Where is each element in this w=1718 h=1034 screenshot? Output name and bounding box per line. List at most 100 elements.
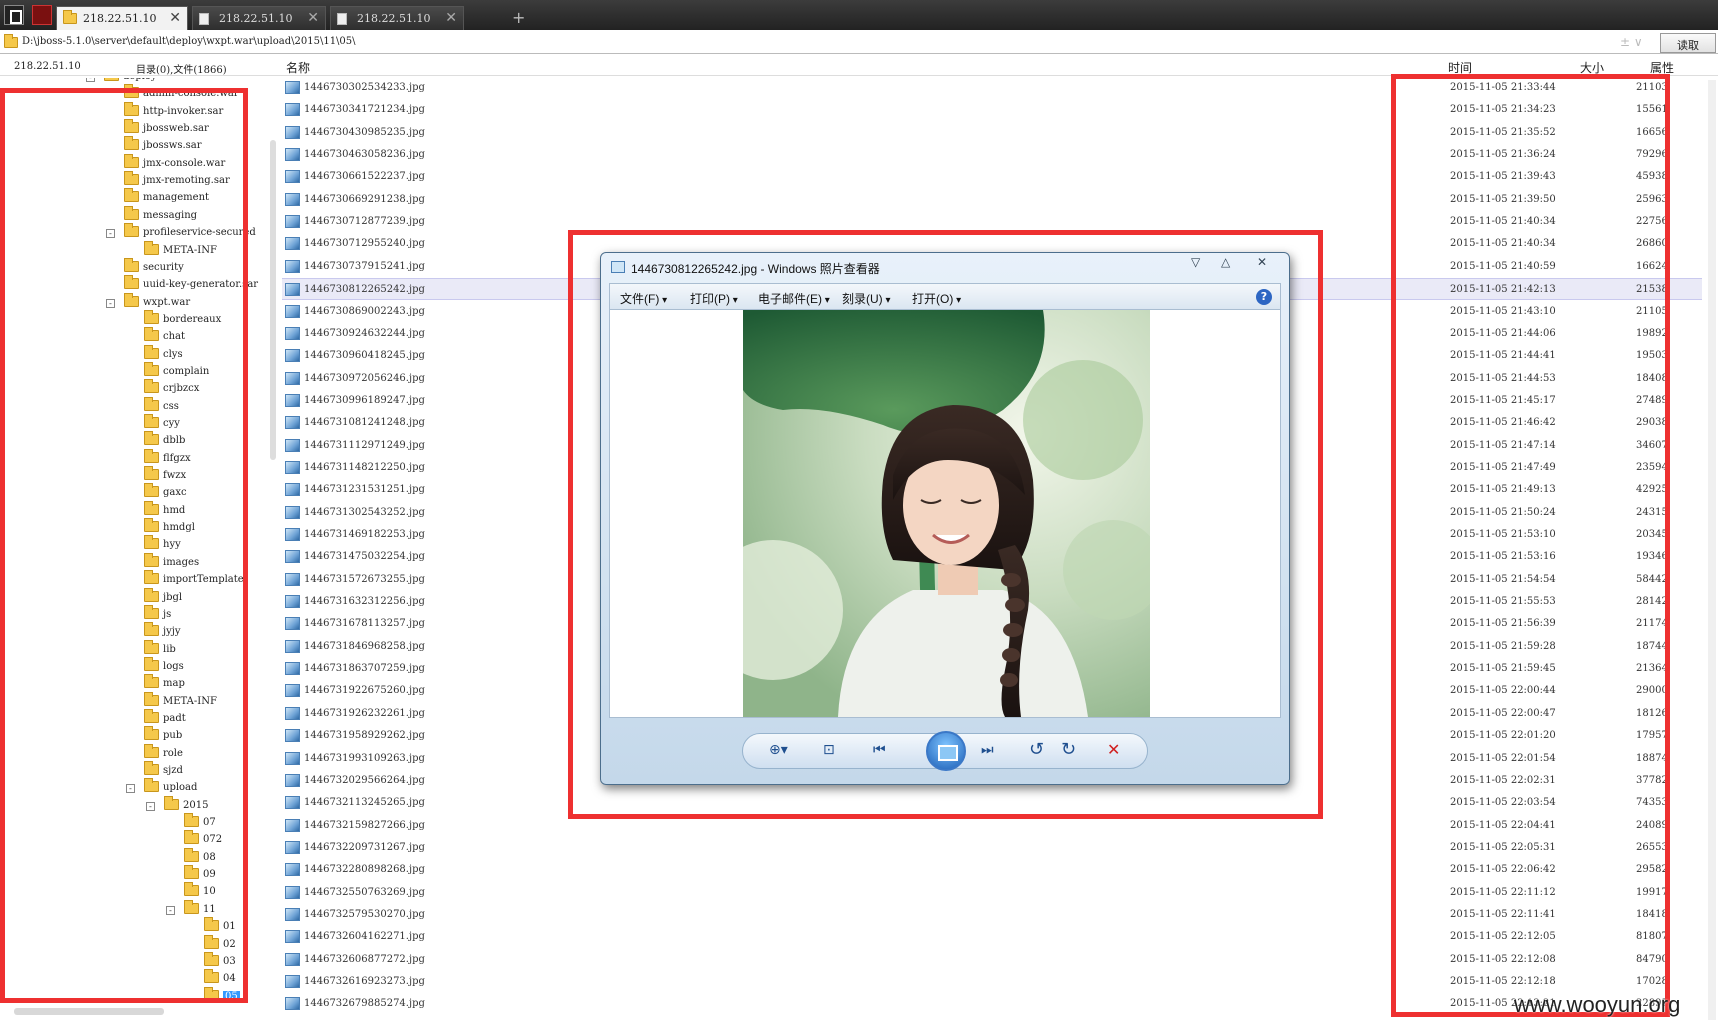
file-name: 1446731922675260.jpg: [304, 685, 425, 697]
image-file-icon: [285, 192, 300, 206]
file-name: 1446731231531251.jpg: [304, 484, 425, 496]
image-file-icon: [285, 170, 300, 184]
folder-summary: 目录(0),文件(1866): [136, 65, 227, 76]
image-file-icon: [285, 684, 300, 698]
document-icon: [199, 13, 209, 25]
file-name: 1446730972056246.jpg: [304, 372, 425, 384]
image-file-icon: [285, 283, 300, 297]
rotate-left-icon[interactable]: ↺: [1029, 739, 1044, 760]
maximize-icon[interactable]: △: [1221, 255, 1230, 269]
close-icon[interactable]: ✕: [445, 10, 457, 26]
read-button[interactable]: 读取: [1660, 33, 1716, 53]
menu-file[interactable]: 文件(F): [620, 290, 667, 307]
folder-icon: [4, 34, 18, 48]
image-file-icon: [285, 572, 300, 586]
image-file-icon: [285, 393, 300, 407]
file-name: 1446730812265242.jpg: [304, 284, 425, 296]
rotate-right-icon[interactable]: ↻: [1061, 739, 1076, 760]
file-name: 1446732159827266.jpg: [304, 819, 425, 831]
tab-session-3[interactable]: 218.22.51.10 ✕: [330, 6, 464, 30]
menu-email[interactable]: 电子邮件(E): [758, 290, 830, 307]
image-file-icon: [285, 326, 300, 340]
minimize-icon[interactable]: ▽: [1191, 255, 1200, 269]
file-name: 1446731632312256.jpg: [304, 596, 425, 608]
tab-session-2[interactable]: 218.22.51.10 ✕: [192, 6, 326, 30]
image-file-icon: [285, 796, 300, 810]
slideshow-button[interactable]: [926, 731, 966, 771]
file-name: 1446731958929262.jpg: [304, 730, 425, 742]
tab-label: 218.22.51.10: [357, 12, 431, 25]
previous-icon[interactable]: ⏮: [873, 742, 886, 758]
zoom-icon[interactable]: ⊕▾: [769, 742, 788, 758]
image-file-icon: [285, 706, 300, 720]
folder-icon: [63, 10, 77, 24]
file-name: 1446731572673255.jpg: [304, 573, 425, 585]
window-title: 1446730812265242.jpg - Windows 照片查看器: [631, 262, 880, 276]
file-name: 1446731926232261.jpg: [304, 707, 425, 719]
file-name: 1446730869002243.jpg: [304, 305, 425, 317]
file-name: 1446730302534233.jpg: [304, 82, 425, 93]
app-menu-icon[interactable]: [4, 5, 24, 25]
viewer-menubar: 文件(F) 打印(P) 电子邮件(E) 刻录(U) 打开(O) ?: [609, 283, 1281, 309]
image-file-icon: [285, 662, 300, 676]
file-name: 1446731302543252.jpg: [304, 506, 425, 518]
photo-viewer-window: 1446730812265242.jpg - Windows 照片查看器 ▽ △…: [600, 252, 1290, 785]
column-name-header[interactable]: 名称: [286, 59, 310, 76]
image-file-icon: [285, 259, 300, 273]
image-file-icon: [285, 237, 300, 251]
close-icon[interactable]: ✕: [307, 10, 319, 26]
image-file-icon: [285, 617, 300, 631]
file-name: 1446731846968258.jpg: [304, 640, 425, 652]
image-file-icon: [285, 885, 300, 899]
tab-label: 218.22.51.10: [219, 12, 293, 25]
menu-print[interactable]: 打印(P): [690, 290, 738, 307]
tree-horizontal-scrollbar[interactable]: [14, 1008, 164, 1015]
image-file-icon: [285, 349, 300, 363]
menu-open[interactable]: 打开(O): [912, 290, 961, 307]
menu-burn[interactable]: 刻录(U): [842, 290, 890, 307]
file-name: 1446730430985235.jpg: [304, 126, 425, 138]
image-file-icon: [285, 148, 300, 162]
close-icon[interactable]: ✕: [1257, 255, 1267, 269]
file-name: 1446732604162271.jpg: [304, 931, 425, 943]
image-file-icon: [285, 371, 300, 385]
image-canvas: [609, 309, 1281, 718]
photo-viewer-icon: [611, 261, 625, 273]
file-name: 1446731475032254.jpg: [304, 551, 425, 563]
image-file-icon: [285, 125, 300, 139]
delete-icon[interactable]: ✕: [1107, 740, 1120, 759]
image-file-icon: [285, 840, 300, 854]
file-name: 1446731678113257.jpg: [304, 618, 425, 630]
image-file-icon: [285, 483, 300, 497]
help-icon[interactable]: ?: [1256, 289, 1272, 305]
image-file-icon: [285, 639, 300, 653]
image-file-icon: [285, 505, 300, 519]
image-file-icon: [285, 304, 300, 318]
file-list-scrollbar[interactable]: [1708, 80, 1716, 1020]
file-name: 1446730996189247.jpg: [304, 394, 425, 406]
file-name: 1446732550763269.jpg: [304, 886, 425, 898]
document-icon: [337, 13, 347, 25]
close-icon[interactable]: ✕: [169, 10, 181, 26]
image-file-icon: [285, 751, 300, 765]
next-icon[interactable]: ⏭: [981, 742, 994, 758]
image-file-icon: [285, 863, 300, 877]
path-input[interactable]: D:\jboss-5.1.0\server\default\deploy\wxp…: [22, 36, 356, 47]
image-file-icon: [285, 773, 300, 787]
add-tab-button[interactable]: +: [512, 8, 525, 27]
watermark: www.wooyun.org: [1514, 992, 1681, 1017]
file-name: 1446732209731267.jpg: [304, 841, 425, 853]
address-controls[interactable]: ± ∨: [1620, 35, 1643, 49]
viewer-toolbar: ⊕▾ ⊡ ⏮ ⏭ ↺ ↻ ✕: [742, 731, 1148, 771]
image-file-icon: [285, 729, 300, 743]
record-icon[interactable]: [32, 5, 52, 25]
tab-session-1[interactable]: 218.22.51.10 ✕: [56, 6, 188, 30]
annotation-box-timestamps: [1391, 74, 1670, 1017]
actual-size-icon[interactable]: ⊡: [823, 742, 835, 758]
collapse-icon[interactable]: -: [86, 78, 95, 82]
file-name: 1446731863707259.jpg: [304, 663, 425, 675]
file-name: 1446730661522237.jpg: [304, 171, 425, 183]
tree-scrollbar[interactable]: [270, 140, 276, 460]
image-file-icon: [285, 952, 300, 966]
file-name: 1446730463058236.jpg: [304, 149, 425, 161]
